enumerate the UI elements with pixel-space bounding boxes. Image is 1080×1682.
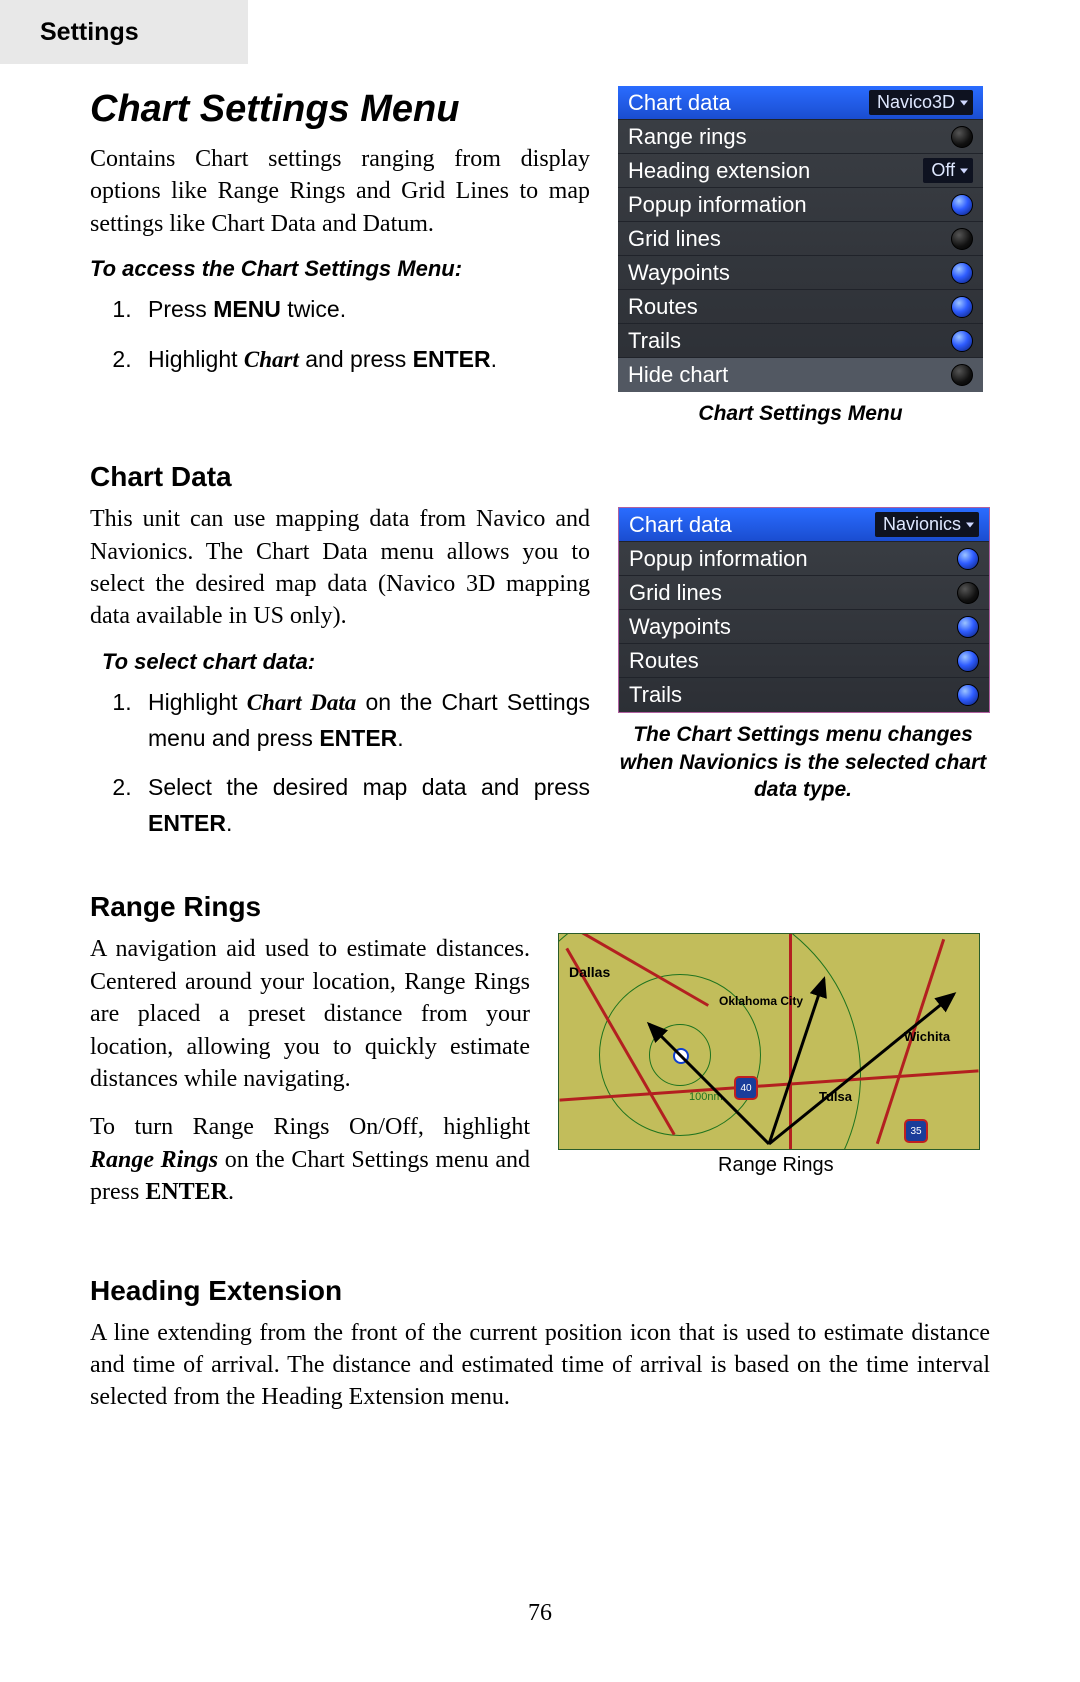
menu-row: Trails — [618, 324, 983, 358]
menu-row-label: Chart data — [629, 512, 732, 538]
toggle-on-icon — [957, 616, 979, 638]
menu-row-value: Navionics — [875, 512, 979, 537]
menu-row: Routes — [619, 644, 989, 678]
menu-row: Grid lines — [618, 222, 983, 256]
menu-row-value: Off — [923, 158, 973, 183]
menu-row-label: Waypoints — [628, 260, 730, 286]
menu-row: Trails — [619, 678, 989, 712]
access-step-1: Press MENU twice. — [138, 292, 590, 328]
menu-row-label: Hide chart — [628, 362, 728, 388]
header-tab-label: Settings — [40, 18, 139, 47]
toggle-on-icon — [957, 548, 979, 570]
menu-row-label: Trails — [629, 682, 682, 708]
menu2-caption: The Chart Settings menu changes when Nav… — [618, 721, 988, 803]
menu-row: Routes — [618, 290, 983, 324]
menu-row: Chart data Navico3D — [618, 86, 983, 120]
toggle-on-icon — [951, 194, 973, 216]
section-title: Chart Settings Menu — [90, 88, 590, 131]
menu-row-label: Heading extension — [628, 158, 810, 184]
menu-row-value: Navico3D — [869, 90, 973, 115]
toggle-on-icon — [951, 262, 973, 284]
menu-row: Heading extension Off — [618, 154, 983, 188]
page-number: 76 — [0, 1600, 1080, 1627]
select-step-2: Select the desired map data and press EN… — [138, 770, 590, 841]
menu-row-label: Popup information — [629, 546, 808, 572]
access-step-2: Highlight Chart and press ENTER. — [138, 342, 590, 378]
chart-settings-menu-figure: Chart data Navico3D Range rings Heading ext… — [618, 86, 983, 392]
intro-text: Contains Chart settings ranging from dis… — [90, 143, 590, 240]
range-rings-body1: A navigation aid used to estimate distan… — [90, 933, 530, 1095]
menu-row: Hide chart — [618, 358, 983, 392]
menu-row-label: Grid lines — [629, 580, 722, 606]
range-rings-body2: To turn Range Rings On/Off, highlight Ra… — [90, 1111, 530, 1208]
menu-row-label: Grid lines — [628, 226, 721, 252]
access-lead: To access the Chart Settings Menu: — [90, 256, 590, 282]
toggle-off-icon — [951, 126, 973, 148]
menu-row: Waypoints — [618, 256, 983, 290]
city-wichita: Wichita — [904, 1029, 950, 1044]
access-steps: Press MENU twice. Highlight Chart and pr… — [138, 292, 590, 377]
menu-row-label: Trails — [628, 328, 681, 354]
toggle-off-icon — [951, 228, 973, 250]
heading-extension-heading: Heading Extension — [90, 1275, 990, 1307]
menu1-caption: Chart Settings Menu — [618, 400, 983, 427]
menu-row-label: Range rings — [628, 124, 747, 150]
menu-row-label: Waypoints — [629, 614, 731, 640]
city-tulsa: Tulsa — [819, 1089, 852, 1104]
city-dallas: Dallas — [569, 964, 610, 980]
toggle-on-icon — [951, 296, 973, 318]
menu-row: Grid lines — [619, 576, 989, 610]
heading-extension-body: A line extending from the front of the c… — [90, 1317, 990, 1414]
toggle-off-icon — [951, 364, 973, 386]
select-lead: To select chart data: — [102, 649, 590, 675]
chart-data-body: This unit can use mapping data from Navi… — [90, 503, 590, 633]
menu-row-label: Routes — [629, 648, 699, 674]
range-rings-heading: Range Rings — [90, 891, 990, 923]
header-tab: Settings — [0, 0, 248, 64]
menu-row: Waypoints — [619, 610, 989, 644]
menu-row-label: Popup information — [628, 192, 807, 218]
toggle-on-icon — [957, 650, 979, 672]
map-caption: Range Rings — [718, 1154, 980, 1177]
toggle-off-icon — [957, 582, 979, 604]
select-steps: Highlight Chart Data on the Chart Settin… — [138, 685, 590, 842]
menu-row: Chart data Navionics — [619, 508, 989, 542]
range-label: 100nm — [689, 1091, 723, 1103]
range-rings-map-figure: 40 35 Dallas Oklahoma City Tulsa Wichita… — [558, 933, 980, 1150]
select-step-1: Highlight Chart Data on the Chart Settin… — [138, 685, 590, 756]
menu-row: Popup information — [618, 188, 983, 222]
menu-row-label: Chart data — [628, 90, 731, 116]
city-okc: Oklahoma City — [719, 994, 803, 1008]
navionics-menu-figure: Chart data Navionics Popup information Grid… — [618, 507, 990, 713]
menu-row: Popup information — [619, 542, 989, 576]
toggle-on-icon — [957, 684, 979, 706]
menu-row: Range rings — [618, 120, 983, 154]
chart-data-heading: Chart Data — [90, 461, 990, 493]
toggle-on-icon — [951, 330, 973, 352]
menu-row-label: Routes — [628, 294, 698, 320]
